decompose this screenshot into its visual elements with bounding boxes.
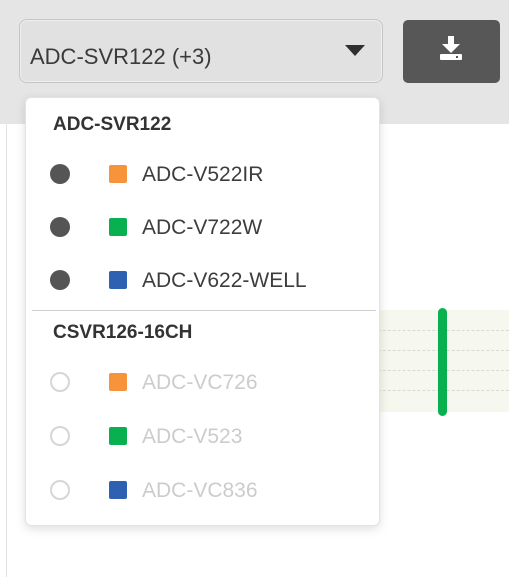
option-adc-v622-well[interactable]: ADC-V622-WELL: [26, 258, 379, 302]
radio-selected-icon[interactable]: [50, 217, 70, 237]
option-adc-v522ir[interactable]: ADC-V522IR: [26, 152, 379, 196]
option-label: ADC-V622-WELL: [142, 269, 307, 292]
radio-unselected-icon[interactable]: [50, 480, 70, 500]
radio-selected-icon[interactable]: [50, 270, 70, 290]
radio-unselected-icon[interactable]: [50, 426, 70, 446]
color-swatch-green: [109, 427, 127, 445]
radio-selected-icon[interactable]: [50, 164, 70, 184]
group-header-adc-svr122: ADC-SVR122: [53, 114, 172, 135]
option-adc-v523[interactable]: ADC-V523: [26, 414, 379, 458]
option-adc-vc836[interactable]: ADC-VC836: [26, 468, 379, 512]
radio-unselected-icon[interactable]: [50, 372, 70, 392]
color-swatch-blue: [109, 481, 127, 499]
download-icon: [440, 36, 462, 60]
color-swatch-orange: [109, 373, 127, 391]
download-button[interactable]: [403, 20, 500, 83]
color-swatch-blue: [109, 271, 127, 289]
timeline-event-bar[interactable]: [438, 308, 447, 416]
group-header-csvr126-16ch: CSVR126-16CH: [53, 322, 193, 343]
device-select[interactable]: ADC-SVR122 (+3): [19, 19, 383, 83]
device-select-value: ADC-SVR122 (+3): [30, 44, 212, 69]
chevron-down-icon: [345, 45, 365, 56]
color-swatch-green: [109, 218, 127, 236]
group-divider: [32, 310, 376, 311]
option-adc-vc726[interactable]: ADC-VC726: [26, 360, 379, 404]
option-adc-v722w[interactable]: ADC-V722W: [26, 205, 379, 249]
option-label: ADC-V722W: [142, 216, 263, 239]
option-label: ADC-V523: [142, 425, 243, 448]
color-swatch-orange: [109, 165, 127, 183]
device-dropdown-menu: ADC-SVR122 ADC-V522IR ADC-V722W ADC-V622…: [25, 97, 380, 526]
option-label: ADC-VC836: [142, 479, 258, 502]
option-label: ADC-V522IR: [142, 163, 264, 186]
option-label: ADC-VC726: [142, 371, 258, 394]
